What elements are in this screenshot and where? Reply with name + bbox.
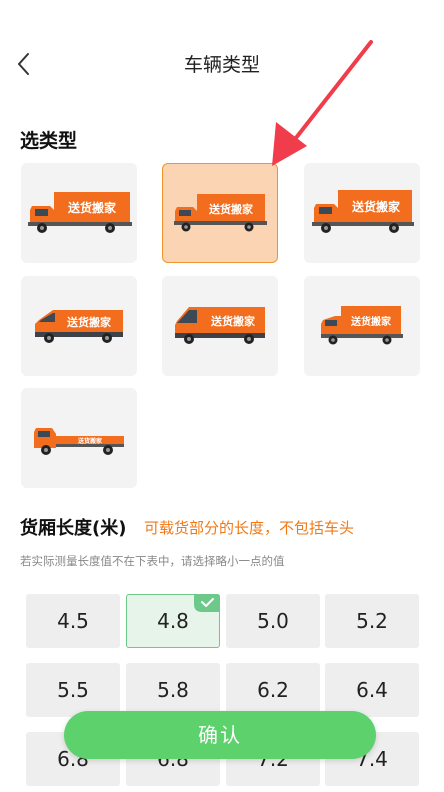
- length-option[interactable]: 6.2: [226, 663, 320, 717]
- vehicle-card-box-truck-large[interactable]: 送货搬家: [304, 163, 420, 263]
- length-option[interactable]: 5.8: [126, 663, 220, 717]
- svg-text:送货搬家: 送货搬家: [208, 202, 254, 216]
- vehicle-card-minibus[interactable]: 送货搬家: [162, 276, 278, 376]
- length-option[interactable]: 5.2: [325, 594, 419, 648]
- svg-text:送货搬家: 送货搬家: [66, 315, 112, 329]
- cargo-length-hint: 若实际测量长度值不在下表中，请选择略小一点的值: [20, 554, 285, 568]
- svg-text:送货搬家: 送货搬家: [67, 200, 117, 215]
- svg-text:送货搬家: 送货搬家: [210, 314, 256, 328]
- header: 车辆类型: [0, 0, 444, 120]
- box-truck-image: 送货搬家: [312, 190, 414, 233]
- vehicle-type-title: 选类型: [20, 130, 78, 152]
- svg-text:送货搬家: 送货搬家: [77, 437, 102, 445]
- length-option[interactable]: 5.5: [26, 663, 120, 717]
- page-title: 车辆类型: [183, 54, 260, 76]
- cargo-length-note: 可载货部分的长度，不包括车头: [144, 519, 355, 537]
- vehicle-card-small-box-truck[interactable]: 送货搬家: [304, 276, 420, 376]
- cargo-length-heading: 货厢长度(米): [20, 518, 127, 539]
- check-badge-icon: [194, 594, 220, 612]
- confirm-button[interactable]: 确认: [64, 711, 376, 759]
- length-option-label: 4.8: [157, 609, 189, 633]
- small-box-truck-image: 送货搬家: [321, 306, 403, 345]
- vehicle-card-box-truck-selected[interactable]: 送货搬家: [162, 163, 278, 263]
- van-image: 送货搬家: [35, 310, 123, 343]
- box-truck-image: 送货搬家: [174, 194, 267, 232]
- svg-text:送货搬家: 送货搬家: [350, 315, 392, 328]
- minibus-image: 送货搬家: [175, 307, 265, 344]
- vehicle-card-van[interactable]: 送货搬家: [21, 276, 137, 376]
- vehicle-card-box-truck[interactable]: 送货搬家: [21, 163, 137, 263]
- flatbed-truck-image: 送货搬家: [34, 428, 124, 455]
- length-option[interactable]: 6.4: [325, 663, 419, 717]
- length-option-selected[interactable]: 4.8: [126, 594, 220, 648]
- svg-text:送货搬家: 送货搬家: [351, 199, 401, 214]
- length-option[interactable]: 5.0: [226, 594, 320, 648]
- length-option[interactable]: 4.5: [26, 594, 120, 648]
- vehicle-card-flatbed-truck[interactable]: 送货搬家: [21, 388, 137, 488]
- box-truck-image: 送货搬家: [28, 192, 132, 233]
